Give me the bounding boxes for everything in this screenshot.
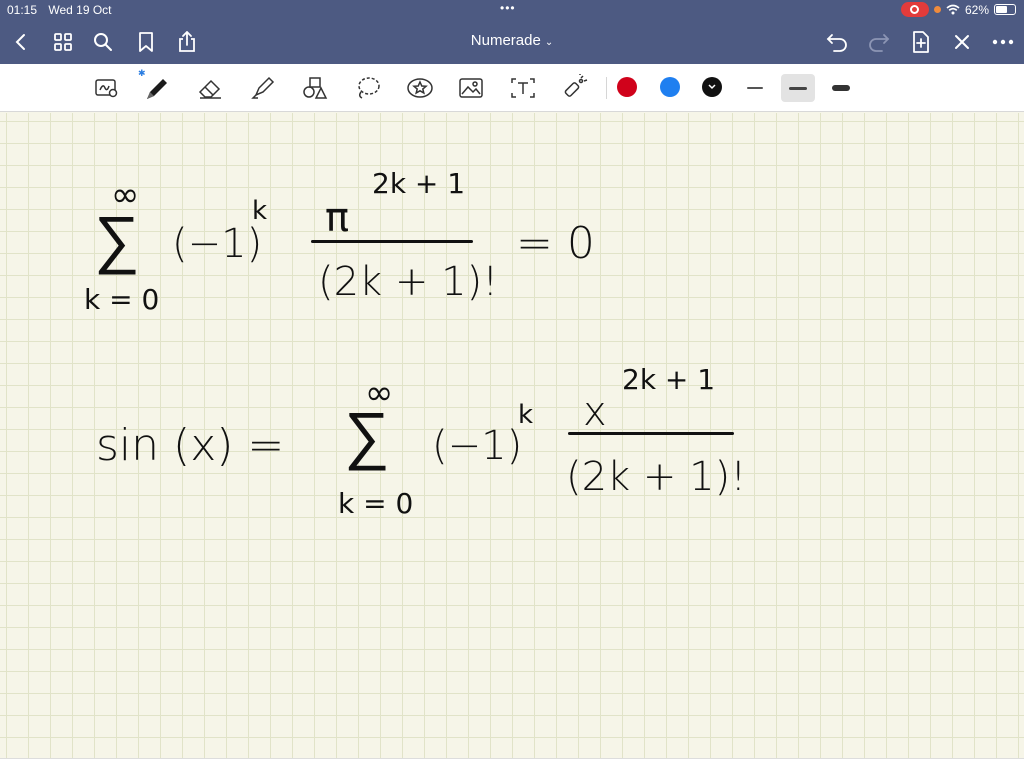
- stroke-width-thick[interactable]: [824, 74, 858, 102]
- image-icon[interactable]: [456, 74, 486, 102]
- eq1-term-base: (−1): [172, 221, 263, 267]
- sticker-icon[interactable]: [405, 74, 435, 102]
- undo-icon[interactable]: [824, 29, 850, 55]
- battery-icon: [994, 4, 1016, 15]
- color-black-swatch[interactable]: [702, 77, 722, 97]
- eq2-numerator-base: x: [583, 389, 607, 435]
- status-time: 01:15: [7, 3, 38, 17]
- eq2-lower-limit: k = 0: [338, 487, 414, 520]
- shapes-icon[interactable]: [300, 74, 330, 102]
- handwriting-zoom-icon[interactable]: [92, 74, 122, 102]
- eq1-lower-limit: k = 0: [84, 283, 160, 316]
- toolbar-divider: [606, 77, 607, 99]
- laser-pointer-icon[interactable]: [560, 74, 590, 102]
- wifi-icon: [946, 4, 960, 15]
- eq2-lhs: sin (x) =: [96, 420, 285, 471]
- more-options-icon[interactable]: [990, 29, 1016, 55]
- battery-percent: 62%: [964, 2, 989, 17]
- status-bar: 01:15 Wed 19 Oct ••• 62%: [0, 0, 1024, 20]
- add-page-icon[interactable]: [908, 29, 934, 55]
- eq2-term-exponent: k: [518, 400, 534, 430]
- close-icon[interactable]: [949, 29, 975, 55]
- color-blue-swatch[interactable]: [660, 77, 680, 97]
- drawing-toolbar: ✱: [0, 64, 1024, 112]
- eq1-term-exponent: k: [252, 196, 268, 226]
- document-nav-bar: Numerade ⌄: [0, 20, 1024, 64]
- eq2-term-base: (−1): [432, 423, 523, 469]
- eraser-icon[interactable]: [196, 74, 226, 102]
- microphone-indicator-icon: [933, 6, 941, 13]
- pen-icon[interactable]: [142, 74, 172, 102]
- eq1-denominator: (2k + 1)!: [318, 259, 499, 305]
- stroke-width-medium[interactable]: [781, 74, 815, 102]
- eq2-fraction-bar: [568, 432, 734, 435]
- status-date: Wed 19 Oct: [48, 3, 112, 17]
- eq1-result: = 0: [516, 218, 595, 269]
- eq1-numerator-exponent: 2k + 1: [372, 167, 466, 200]
- redo-icon[interactable]: [866, 29, 892, 55]
- color-red-swatch[interactable]: [617, 77, 637, 97]
- eq2-denominator: (2k + 1)!: [566, 454, 747, 500]
- highlighter-icon[interactable]: [248, 74, 278, 102]
- multitasking-dots-icon[interactable]: •••: [500, 1, 516, 15]
- lasso-icon[interactable]: [353, 74, 383, 102]
- screen-recording-icon[interactable]: [900, 2, 929, 17]
- stroke-width-thin[interactable]: [738, 74, 772, 102]
- eq2-numerator-exponent: 2k + 1: [622, 363, 716, 396]
- eq1-sum-symbol: ∑: [94, 203, 140, 277]
- eq1-fraction-bar: [311, 240, 473, 243]
- eq1-numerator-base: π: [325, 195, 350, 241]
- chevron-down-icon: [708, 84, 716, 90]
- title-dropdown-icon: ⌄: [544, 37, 554, 48]
- eq2-sum-symbol: ∑: [344, 399, 390, 473]
- text-icon[interactable]: [508, 74, 538, 102]
- page-bottom-edge: [0, 758, 1024, 768]
